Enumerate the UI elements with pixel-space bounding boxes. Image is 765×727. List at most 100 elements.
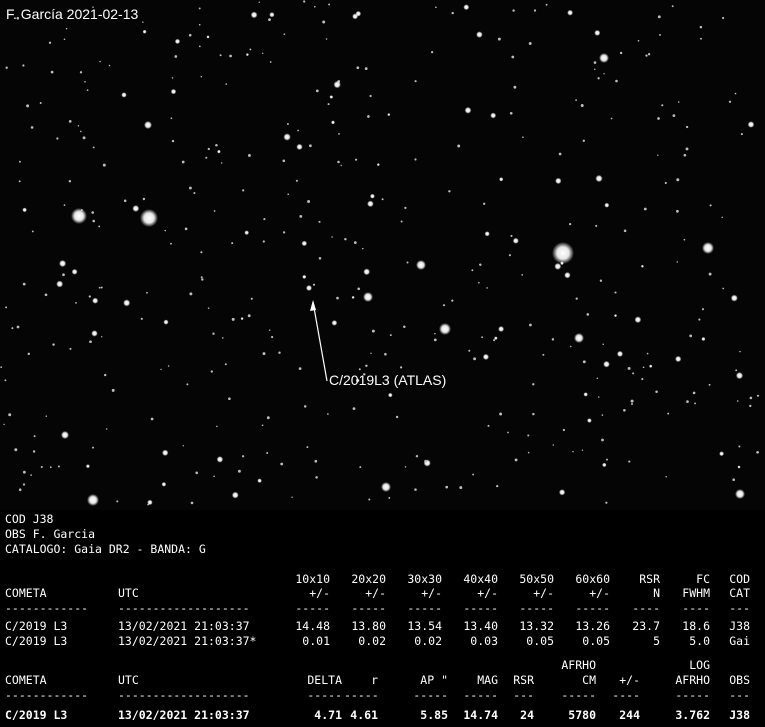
table2-header-0: COMETA [5, 673, 47, 687]
star [637, 39, 640, 42]
bright-star [140, 209, 158, 227]
table2-header-4: AP " [420, 673, 448, 687]
bright-star [363, 292, 373, 302]
star [301, 240, 308, 247]
table2-header-9: AFRHO [675, 673, 710, 687]
table1-divider-5: ----- [463, 601, 498, 615]
star [510, 234, 513, 237]
star [286, 123, 289, 125]
star [641, 378, 644, 381]
star [532, 412, 535, 416]
star [92, 219, 95, 223]
star [59, 259, 67, 268]
star [676, 261, 678, 263]
star [160, 368, 162, 371]
star [287, 193, 289, 195]
star [434, 332, 436, 335]
star [69, 347, 72, 350]
star [219, 54, 222, 57]
star [163, 319, 169, 325]
bright-star [574, 333, 584, 343]
stars [0, 0, 760, 506]
star [161, 449, 169, 457]
star [735, 369, 738, 372]
star [628, 460, 631, 463]
star [676, 209, 679, 213]
star [468, 349, 471, 352]
star [241, 455, 245, 458]
star [496, 484, 499, 488]
star [142, 29, 147, 34]
star [642, 366, 645, 369]
star [528, 323, 532, 327]
table1-header-9: FWHM [682, 586, 710, 600]
star [404, 206, 407, 209]
star [22, 64, 25, 67]
star [358, 368, 361, 371]
star [623, 408, 626, 412]
star [482, 353, 489, 360]
star [123, 299, 131, 307]
star [369, 94, 372, 98]
table2-row-7: 5780 [568, 708, 596, 722]
star [307, 200, 311, 203]
star [562, 428, 566, 432]
star [601, 438, 604, 442]
table1-header-10: CAT [729, 586, 750, 600]
star [18, 160, 21, 163]
star [601, 414, 604, 416]
star [257, 478, 262, 483]
table1-row-values-4: 13.54 [407, 619, 442, 633]
bright-star [71, 208, 87, 224]
star [479, 263, 482, 267]
star [630, 399, 634, 403]
star [302, 274, 307, 279]
star [558, 489, 566, 496]
star [283, 133, 291, 141]
star [228, 397, 231, 401]
star [198, 7, 201, 10]
star [104, 373, 107, 377]
star [77, 124, 80, 127]
table2-header-10: OBS [729, 673, 750, 687]
star [623, 229, 627, 233]
star [672, 114, 676, 117]
star [749, 404, 752, 408]
star [84, 81, 86, 83]
star [509, 111, 513, 115]
star [498, 326, 505, 332]
star [282, 159, 286, 163]
star [582, 360, 586, 364]
star [602, 462, 607, 468]
star [551, 338, 555, 341]
star [533, 9, 537, 12]
star [521, 274, 524, 276]
star [184, 227, 188, 231]
star [98, 225, 101, 228]
star [313, 5, 316, 8]
star [583, 392, 588, 397]
star [376, 163, 380, 167]
bright-star [599, 53, 609, 63]
star [22, 282, 26, 286]
star [92, 446, 94, 449]
star [671, 5, 674, 8]
comet-pointer-line [312, 301, 328, 382]
star [188, 33, 192, 37]
table2-row-8: 244 [619, 708, 640, 722]
star [369, 193, 375, 199]
star [249, 48, 252, 51]
star [33, 435, 36, 438]
table1-header-top-10: COD [729, 572, 750, 586]
star [89, 340, 92, 344]
star [79, 71, 83, 74]
star [433, 338, 437, 342]
star [171, 139, 175, 143]
star [52, 343, 55, 346]
star [161, 481, 167, 487]
star [643, 207, 647, 211]
star [105, 428, 108, 430]
star [295, 179, 298, 182]
star [190, 501, 194, 505]
star [3, 423, 5, 426]
